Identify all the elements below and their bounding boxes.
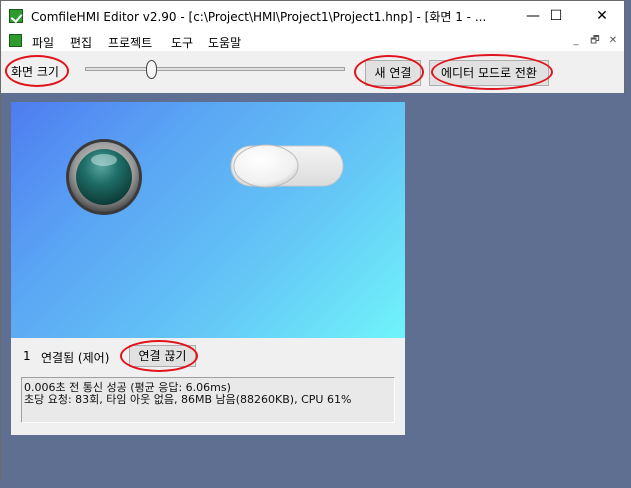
app-icon [9,9,23,23]
connection-index: 1 [23,349,31,363]
zoom-slider-thumb[interactable] [146,60,157,79]
app-window: ComfileHMI Editor v2.90 - [c:\Project\HM… [0,0,626,483]
mdi-minimize-icon[interactable]: _ [569,34,583,48]
menu-edit[interactable]: 편집 [70,34,92,51]
title-bar[interactable]: ComfileHMI Editor v2.90 - [c:\Project\HM… [1,1,624,31]
close-icon[interactable]: ✕ [579,1,625,31]
menu-file[interactable]: 파일 [32,34,54,51]
menu-help[interactable]: 도움말 [208,34,241,51]
mdi-restore-icon[interactable]: 🗗 [588,34,602,48]
lamp-widget[interactable] [57,138,151,216]
log-box[interactable]: 0.006초 전 통신 성공 (평균 응답: 6.06ms) 초당 요청: 83… [21,377,395,423]
mdi-close-icon[interactable]: ✕ [606,34,620,48]
log-line-2: 초당 요청: 83회, 타임 아웃 없음, 86MB 남음(88260KB), … [24,393,352,406]
menu-bar: 파일 편집 프로젝트 도구 도움말 _ 🗗 ✕ [1,31,624,51]
maximize-icon[interactable]: ☐ [533,1,579,31]
document-icon[interactable] [9,34,22,47]
connection-status: 연결됨 (제어) [41,351,110,365]
editor-mode-button[interactable]: 에디터 모드로 전환 [429,60,549,86]
menu-tools[interactable]: 도구 [171,34,193,51]
window-title: ComfileHMI Editor v2.90 - [c:\Project\HM… [31,10,487,24]
disconnect-button[interactable]: 연결 끊기 [129,345,196,367]
new-connection-button[interactable]: 새 연결 [365,60,421,86]
menu-project[interactable]: 프로젝트 [108,34,152,51]
toggle-switch[interactable] [229,144,345,188]
zoom-label: 화면 크기 [11,65,59,79]
zoom-slider-track[interactable] [85,67,345,71]
